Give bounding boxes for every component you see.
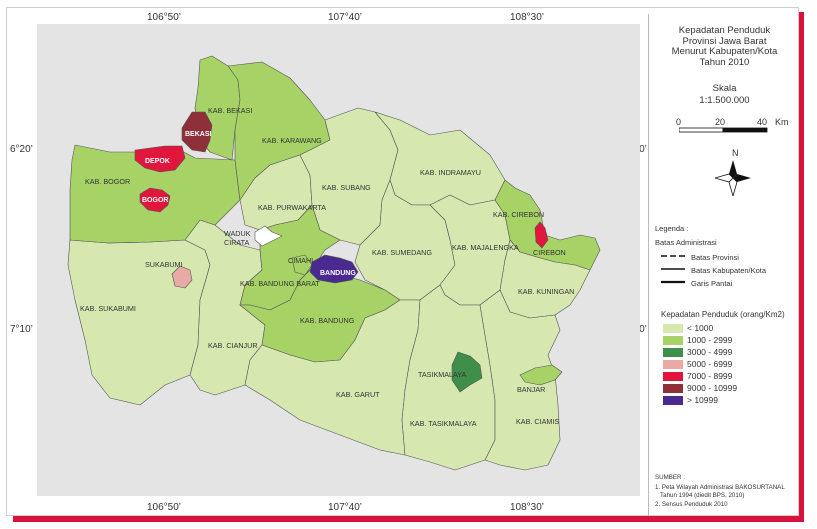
label-indramayu: KAB. INDRAMAYU <box>420 168 481 177</box>
label-sukabumi-kota: SUKABUMI <box>145 260 183 269</box>
admin-title: Batas Administrasi <box>655 238 717 247</box>
swatch-class-6 <box>663 384 683 393</box>
swatch-class-4 <box>663 360 683 369</box>
label-bandung-barat: KAB. BANDUNG BARAT <box>240 279 320 288</box>
scale-tick-40: 40 <box>757 117 768 127</box>
swatch-class-7 <box>663 396 683 405</box>
label-bogor-kab: KAB. BOGOR <box>85 177 130 186</box>
label-majalengka: KAB. MAJALENGKA <box>452 243 519 252</box>
source-item-1b: Tahun 1994 (diedit BPS, 2010) <box>655 492 745 499</box>
scale-value: 1:1.500.000 <box>699 95 750 106</box>
label-sumedang: KAB. SUMEDANG <box>372 248 432 257</box>
label-depok: DEPOK <box>145 158 170 165</box>
source-heading: SUMBER : <box>655 474 685 481</box>
region-sukabumi-kab <box>67 239 211 406</box>
swatch-label-6: 9000 - 10999 <box>687 383 738 393</box>
label-bandung-kota: BANDUNG <box>320 270 356 277</box>
swatch-label-3: 3000 - 4999 <box>687 347 733 357</box>
label-ciamis: KAB. CIAMIS <box>516 417 559 426</box>
label-cirebon-kota: CIREBON <box>533 248 566 257</box>
source-item-1: 1. Peta Wilayah Administrasi BAKOSURTANA… <box>655 484 785 491</box>
line-styles <box>661 255 685 284</box>
label-subang: KAB. SUBANG <box>322 183 371 192</box>
line-label-pantai: Garis Pantai <box>691 279 733 288</box>
density-title: Kepadatan Penduduk (orang/Km2) <box>661 310 785 319</box>
label-bandung-kab: KAB. BANDUNG <box>300 316 355 325</box>
scale-unit: Km <box>775 117 789 127</box>
label-cianjur: KAB. CIANJUR <box>208 341 258 350</box>
label-bekasi-kota: BEKASI <box>185 131 212 138</box>
label-tasikmalaya-kab: KAB. TASIKMALAYA <box>410 419 477 428</box>
line-label-provinsi: Batas Provinsi <box>691 253 739 262</box>
scale-title: Skala <box>712 83 737 94</box>
label-bogor-kota: BOGOR <box>142 197 168 204</box>
swatch-class-3 <box>663 348 683 357</box>
north-label: N <box>732 148 739 158</box>
scale-tick-0: 0 <box>676 117 682 127</box>
legend-panel: Kepadatan Penduduk Provinsi Jawa Barat M… <box>648 14 800 516</box>
label-karawang: KAB. KARAWANG <box>262 136 322 145</box>
label-garut: KAB. GARUT <box>336 390 380 399</box>
line-label-kabupaten: Batas Kabupaten/Kota <box>691 266 767 275</box>
swatch-label-1: < 1000 <box>687 323 714 333</box>
label-waduk-1: WADUK <box>224 229 251 238</box>
label-tasikmalaya-kota: TASIKMALAYA <box>418 370 467 379</box>
map-title: Kepadatan Penduduk Provinsi Jawa Barat M… <box>671 25 778 68</box>
swatch-class-1 <box>663 324 683 333</box>
swatch-label-7: > 10999 <box>687 395 718 405</box>
scale-bar <box>679 127 768 133</box>
label-banjar: BANJAR <box>517 385 545 394</box>
swatch-label-2: 1000 - 2999 <box>687 335 733 345</box>
source-item-2: 2. Sensus Penduduk 2010 <box>655 501 728 508</box>
label-sukabumi-kab: KAB. SUKABUMI <box>80 304 136 313</box>
north-arrow-icon <box>715 160 751 196</box>
swatch-class-5 <box>663 372 683 381</box>
legend-heading: Legenda : <box>655 224 689 233</box>
label-cimahi: CIMAHI <box>288 256 313 265</box>
label-waduk-2: CIRATA <box>224 238 249 247</box>
swatch-label-4: 5000 - 6999 <box>687 359 733 369</box>
label-kuningan: KAB. KUNINGAN <box>518 287 574 296</box>
label-cirebon-kab: KAB. CIREBON <box>493 210 544 219</box>
label-purwakarta: KAB. PURWAKARTA <box>258 203 326 212</box>
scale-tick-20: 20 <box>715 117 726 127</box>
swatch-class-2 <box>663 336 683 345</box>
swatch-label-5: 7000 - 8999 <box>687 371 733 381</box>
label-bekasi-kab: KAB. BEKASI <box>208 106 252 115</box>
